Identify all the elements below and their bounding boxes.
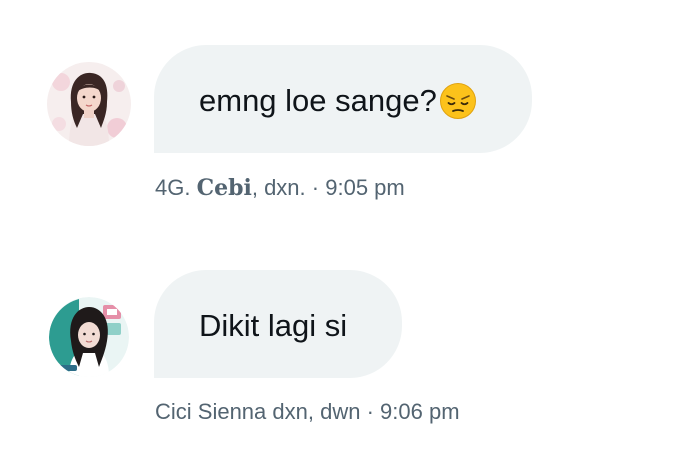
sender-name: Cici Sienna dxn, dwn (155, 399, 361, 424)
message-row: Dikit lagi si Cici Sienna dxn, dwn · 9:0… (0, 230, 681, 474)
meta-separator: · (366, 399, 374, 424)
message-row: emng loe sange? 4G. Cebi, dxn. · 9:05 pm (0, 0, 681, 230)
message-meta: 4G. Cebi, dxn. · 9:05 pm (155, 175, 405, 201)
avatar-image (47, 62, 131, 146)
avatar[interactable] (49, 297, 129, 377)
sender-suffix: , dxn. (251, 175, 306, 200)
message-time: 9:06 pm (380, 399, 460, 424)
message-bubble[interactable]: Dikit lagi si (154, 270, 402, 378)
message-meta: Cici Sienna dxn, dwn · 9:06 pm (155, 399, 460, 425)
meta-separator: · (311, 175, 320, 200)
message-text: emng loe sange? (199, 82, 437, 118)
message-time: 9:05 pm (325, 175, 405, 200)
message-bubble[interactable]: emng loe sange? (154, 45, 532, 153)
avatar[interactable] (47, 62, 131, 146)
message-text: Dikit lagi si (199, 307, 348, 343)
pensive-face-icon (439, 82, 476, 119)
sender-prefix: 4G. (155, 175, 191, 200)
sender-name-styled: Cebi (196, 175, 252, 201)
avatar-image (49, 297, 129, 377)
